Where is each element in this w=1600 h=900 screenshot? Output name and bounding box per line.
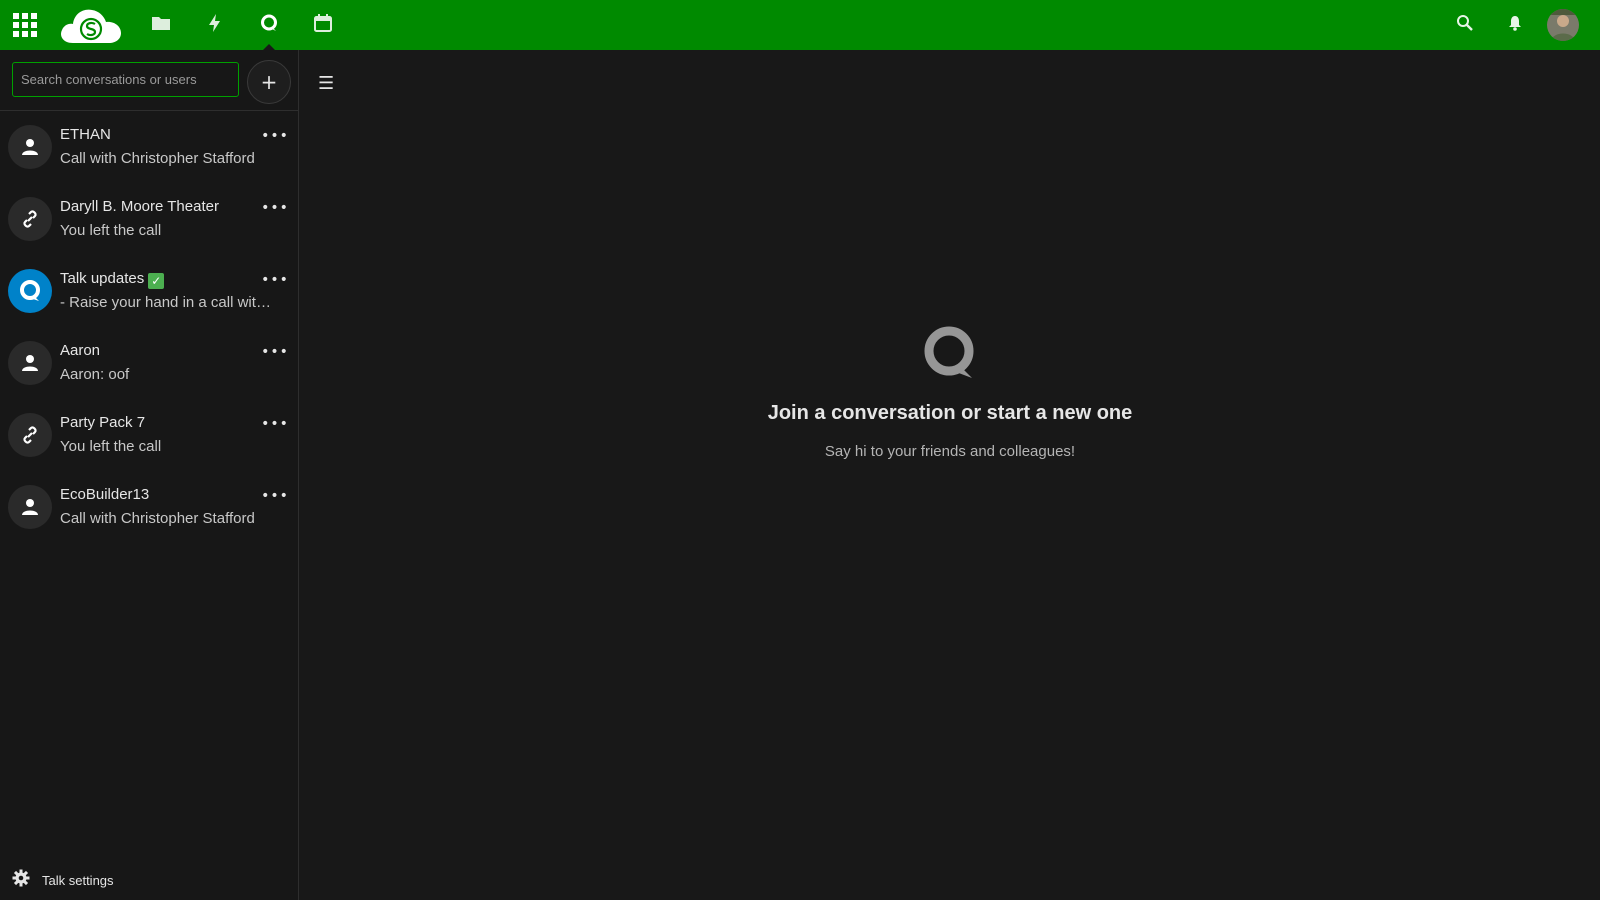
notifications-button[interactable] — [1500, 0, 1530, 50]
conversation-last-message: You left the call — [60, 222, 162, 239]
ellipsis-icon: ••• — [261, 416, 289, 432]
conversation-name-text: Talk updates — [60, 270, 145, 287]
user-avatar[interactable] — [1547, 9, 1579, 41]
main-content: ☰ Join a conversation or start a new one… — [300, 50, 1600, 900]
search-input[interactable] — [12, 62, 239, 97]
plus-icon: + — [260, 70, 278, 94]
more-actions-button[interactable]: ••• — [260, 126, 290, 146]
user-icon — [8, 485, 52, 529]
talk-icon — [259, 13, 279, 37]
nav-activity[interactable] — [190, 0, 240, 50]
link-icon — [8, 197, 52, 241]
more-actions-button[interactable]: ••• — [260, 270, 290, 290]
ellipsis-icon: ••• — [261, 272, 289, 288]
conversation-item[interactable]: EcoBuilder13 Call with Christopher Staff… — [0, 472, 299, 544]
app-menu-grid-icon[interactable] — [13, 13, 37, 37]
search-row: + — [12, 60, 292, 104]
conversation-last-message: Call with Christopher Stafford — [60, 150, 255, 167]
empty-content-title: Join a conversation or start a new one — [767, 402, 1133, 424]
cloud-logo-icon[interactable] — [59, 5, 123, 45]
calendar-icon — [313, 13, 333, 37]
bell-icon — [1507, 15, 1523, 35]
unified-search-button[interactable] — [1450, 0, 1480, 50]
user-icon — [8, 341, 52, 385]
lightning-icon — [205, 13, 225, 37]
gear-icon — [12, 869, 30, 891]
verified-check-icon: ✓ — [148, 273, 165, 289]
more-actions-button[interactable]: ••• — [260, 198, 290, 218]
more-actions-button[interactable]: ••• — [260, 342, 290, 362]
conversation-name: Daryll B. Moore Theater — [60, 198, 219, 215]
talk-icon — [922, 324, 978, 380]
ellipsis-icon: ••• — [261, 344, 289, 360]
ellipsis-icon: ••• — [261, 128, 289, 144]
conversation-item[interactable]: Aaron Aaron: oof ••• — [0, 328, 299, 400]
link-icon — [8, 413, 52, 457]
conversation-name: Aaron — [60, 342, 101, 359]
nav-calendar[interactable] — [298, 0, 348, 50]
conversation-list: ETHAN Call with Christopher Stafford •••… — [0, 112, 299, 544]
conversation-item[interactable]: Party Pack 7 You left the call ••• — [0, 400, 299, 472]
conversation-item[interactable]: Talk updates ✓ - Raise your hand in a cal… — [0, 256, 299, 328]
talk-settings-button[interactable]: Talk settings — [12, 868, 114, 892]
more-actions-button[interactable]: ••• — [260, 414, 290, 434]
conversation-name: EcoBuilder13 — [60, 486, 150, 503]
conversation-name: ETHAN — [60, 126, 111, 143]
folder-icon — [151, 13, 171, 37]
conversation-name: Party Pack 7 — [60, 414, 146, 431]
conversation-last-message: - Raise your hand in a call with the R k… — [60, 294, 272, 311]
divider — [0, 110, 299, 111]
settings-label: Talk settings — [42, 872, 114, 888]
nav-files[interactable] — [136, 0, 186, 50]
nav-talk[interactable] — [244, 0, 294, 50]
user-icon — [8, 125, 52, 169]
ellipsis-icon: ••• — [261, 488, 289, 504]
talk-icon — [8, 269, 52, 313]
conversation-item[interactable]: Daryll B. Moore Theater You left the cal… — [0, 184, 299, 256]
more-actions-button[interactable]: ••• — [260, 486, 290, 506]
conversation-name: Talk updates ✓ — [60, 270, 165, 289]
conversation-last-message: You left the call — [60, 438, 162, 455]
search-icon — [1456, 14, 1474, 36]
conversation-last-message: Call with Christopher Stafford — [60, 510, 255, 527]
conversation-last-message: Aaron: oof — [60, 366, 130, 383]
conversation-sidebar: + ETHAN Call with Christopher Stafford •… — [0, 50, 299, 900]
top-header — [0, 0, 1600, 50]
ellipsis-icon: ••• — [261, 200, 289, 216]
new-conversation-button[interactable]: + — [247, 60, 291, 104]
toggle-navigation-button[interactable]: ☰ — [318, 72, 342, 96]
empty-content-subtitle: Say hi to your friends and colleagues! — [824, 443, 1076, 460]
hamburger-icon: ☰ — [318, 73, 335, 94]
conversation-item[interactable]: ETHAN Call with Christopher Stafford ••• — [0, 112, 299, 184]
